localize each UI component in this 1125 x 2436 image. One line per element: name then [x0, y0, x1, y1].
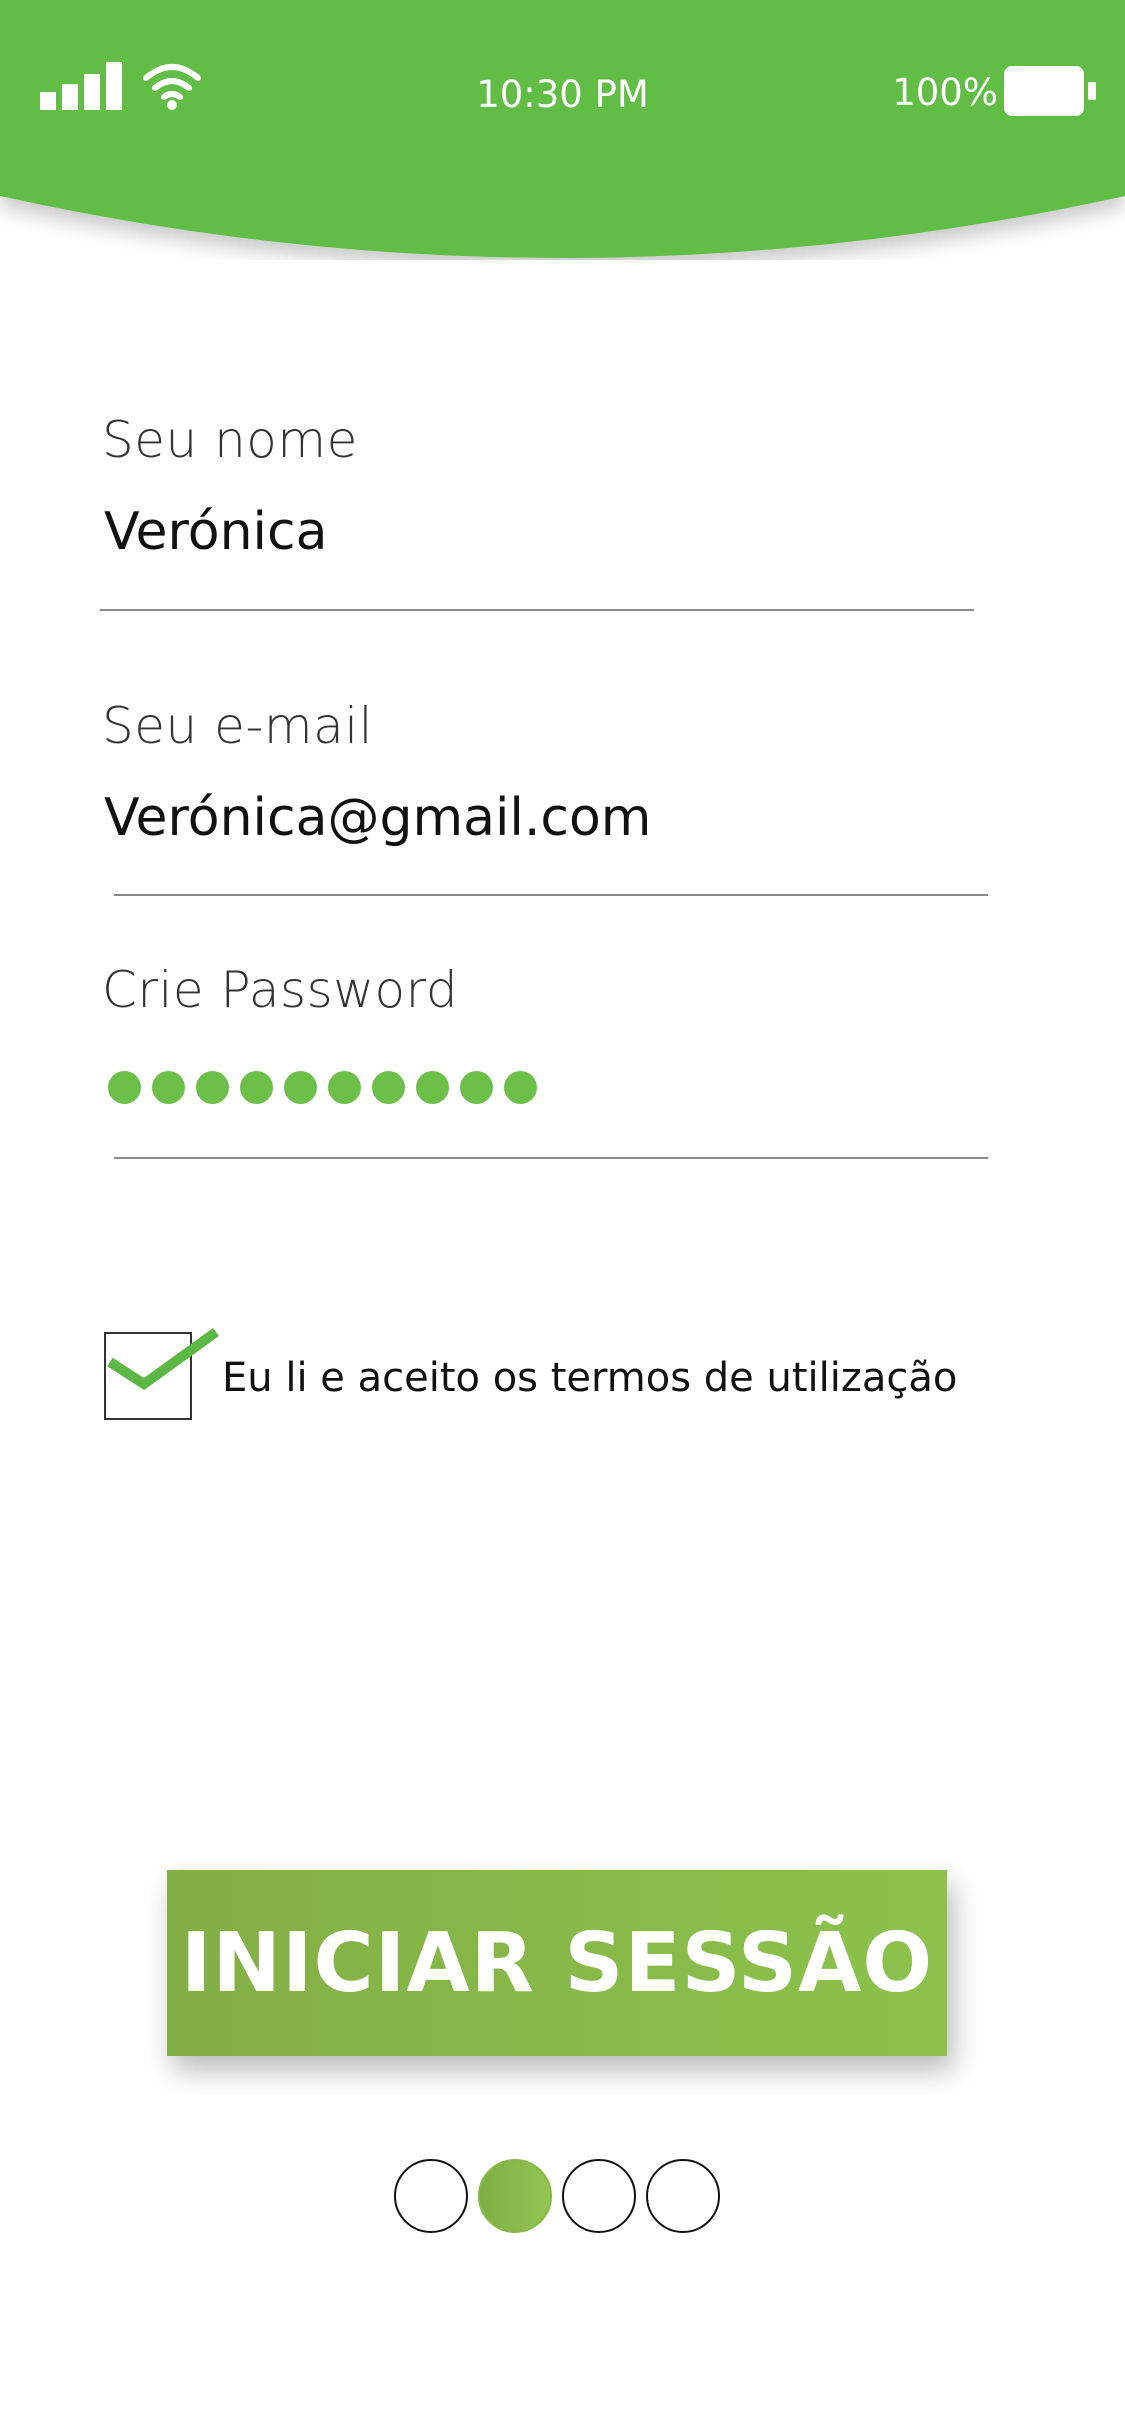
pagination-dot: [646, 2159, 720, 2233]
terms-checkbox[interactable]: [104, 1332, 192, 1420]
password-mask-dot: [460, 1071, 493, 1104]
password-mask-dot: [108, 1071, 141, 1104]
password-mask-dot: [416, 1071, 449, 1104]
password-underline: [114, 1157, 988, 1159]
pagination-indicator: [394, 2159, 720, 2233]
password-mask-dot: [284, 1071, 317, 1104]
password-mask-dot: [372, 1071, 405, 1104]
battery-percentage: 100%: [892, 71, 998, 114]
password-label: Crie Password: [102, 961, 459, 1019]
name-underline: [100, 609, 974, 611]
password-mask-dot: [240, 1071, 273, 1104]
password-input[interactable]: [108, 1071, 537, 1105]
password-mask-dot: [504, 1071, 537, 1104]
terms-row[interactable]: Eu li e aceito os termos de utilização: [104, 1327, 1064, 1424]
status-bar: 10:30 PM 100%: [0, 0, 1125, 260]
pagination-dot-active: [478, 2159, 552, 2233]
email-input[interactable]: Verónica@gmail.com: [104, 786, 964, 850]
battery-icon: [1004, 66, 1096, 116]
name-label: Seu nome: [102, 411, 358, 469]
pagination-dot: [562, 2159, 636, 2233]
email-underline: [114, 894, 988, 896]
password-mask-dot: [328, 1071, 361, 1104]
header-background: [0, 0, 1125, 258]
pagination-dot: [394, 2159, 468, 2233]
start-session-button[interactable]: INICIAR SESSÃO: [167, 1870, 947, 2056]
email-label: Seu e-mail: [102, 697, 374, 755]
password-mask-dot: [152, 1071, 185, 1104]
terms-label: Eu li e aceito os termos de utilização: [222, 1355, 958, 1401]
name-input[interactable]: Verónica: [104, 500, 964, 564]
password-mask-dot: [196, 1071, 229, 1104]
